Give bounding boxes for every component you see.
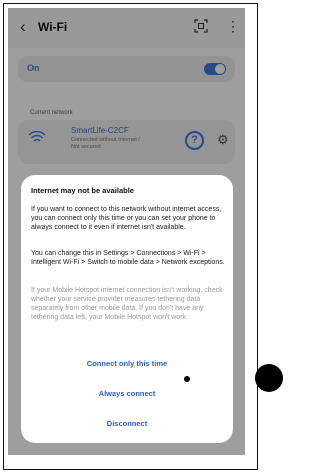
disconnect-button[interactable]: Disconnect	[21, 419, 233, 428]
phone-screen: ‹ Wi-Fi ⋮ On Current network SmartLife-C…	[8, 8, 245, 455]
dialog-title: Internet may not be available	[31, 186, 134, 195]
dialog-paragraph-connect: If you want to connect to this network w…	[31, 206, 222, 231]
annotation-marker	[255, 364, 283, 392]
dialog-paragraph-hotspot: If your Mobile Hotspot internet connecti…	[31, 287, 223, 321]
always-connect-button[interactable]: Always connect	[21, 389, 233, 398]
internet-warning-dialog: Internet may not be available If you wan…	[21, 175, 233, 443]
dialog-paragraph-settings: You can change this in Settings > Connec…	[31, 250, 225, 266]
annotation-pointer-dot	[184, 376, 190, 382]
connect-only-this-time-button[interactable]: Connect only this time	[21, 359, 233, 368]
